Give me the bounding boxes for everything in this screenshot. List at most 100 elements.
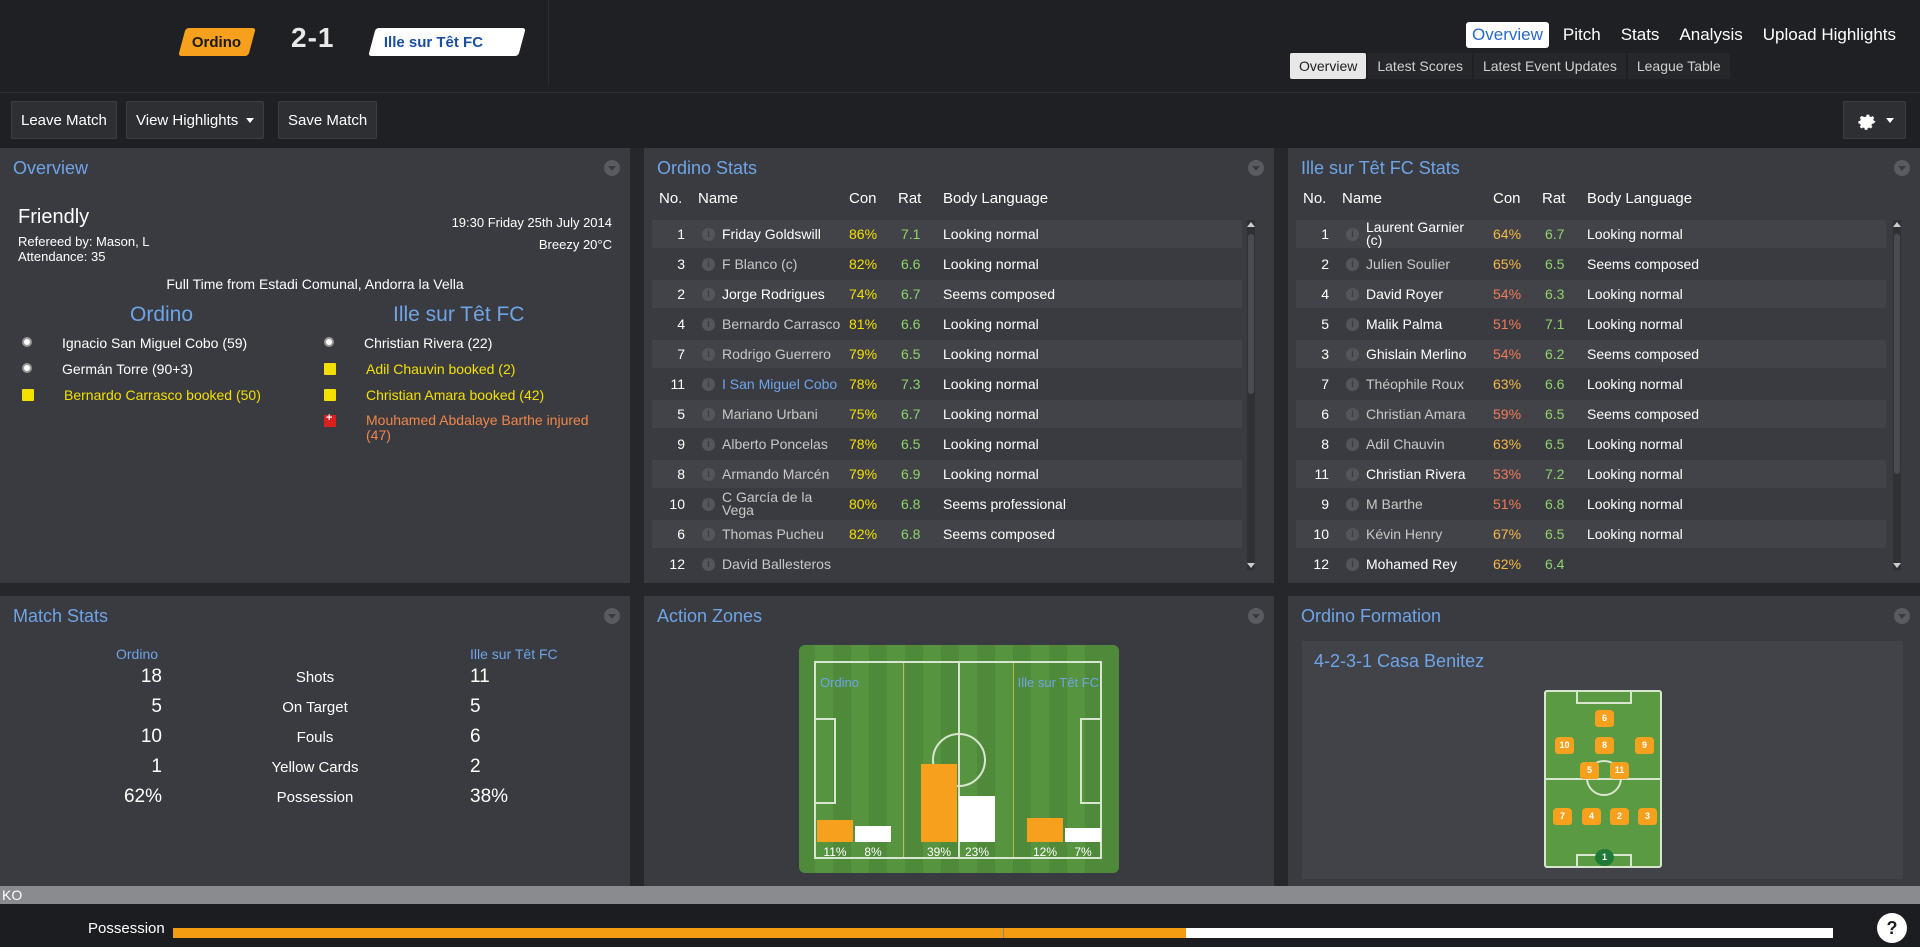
col-rat[interactable]: Rat <box>1542 190 1565 207</box>
scroll-thumb[interactable] <box>1894 234 1900 474</box>
player-shirt-icon[interactable]: 11 <box>1610 762 1629 779</box>
player-shirt-icon[interactable]: 2 <box>1610 808 1629 825</box>
col-body-language[interactable]: Body Language <box>943 190 1048 207</box>
scroll-thumb[interactable] <box>1248 234 1254 394</box>
table-row[interactable]: 9 Alberto Poncelas 78% 6.5 Looking normal i <box>652 430 1242 458</box>
player-shirt-icon[interactable]: 8 <box>1595 737 1614 754</box>
scroll-down-icon[interactable] <box>1247 563 1255 568</box>
goalkeeper-shirt-icon[interactable]: 1 <box>1595 849 1614 866</box>
info-icon[interactable]: i <box>1346 228 1359 241</box>
cell-name[interactable]: Julien Soulier <box>1366 256 1450 272</box>
table-row[interactable]: 5 Malik Palma 51% 7.1 Looking normal i <box>1296 310 1886 338</box>
table-row[interactable]: 1 Friday Goldswill 86% 7.1 Looking normal i <box>652 220 1242 248</box>
table-row[interactable]: 11 I San Miguel Cobo 78% 7.3 Looking normal i <box>652 370 1242 398</box>
leave-match-button[interactable]: Leave Match <box>11 101 117 139</box>
cell-name[interactable]: Armando Marcén <box>722 466 829 482</box>
table-row[interactable]: 6 Christian Amara 59% 6.5 Seems composed i <box>1296 400 1886 428</box>
cell-name[interactable]: Théophile Roux <box>1366 376 1464 392</box>
info-icon[interactable]: i <box>702 408 715 421</box>
col-con[interactable]: Con <box>1493 190 1521 207</box>
player-shirt-icon[interactable]: 9 <box>1635 737 1654 754</box>
cell-name[interactable]: Thomas Pucheu <box>722 526 824 542</box>
info-icon[interactable]: i <box>1346 408 1359 421</box>
table-row[interactable]: 1 Laurent Garnier (c) 64% 6.7 Looking normal… <box>1296 220 1886 248</box>
scroll-down-icon[interactable] <box>1893 563 1901 568</box>
table-row[interactable]: 4 Bernardo Carrasco 81% 6.6 Looking normal i <box>652 310 1242 338</box>
info-icon[interactable]: i <box>1346 318 1359 331</box>
info-icon[interactable]: i <box>1346 528 1359 541</box>
info-icon[interactable]: i <box>1346 288 1359 301</box>
info-icon[interactable]: i <box>1346 258 1359 271</box>
cell-name[interactable]: Friday Goldswill <box>722 226 821 242</box>
info-icon[interactable]: i <box>1346 468 1359 481</box>
col-no[interactable]: No. <box>1303 190 1326 207</box>
collapse-icon[interactable] <box>1248 608 1264 624</box>
info-icon[interactable]: i <box>1346 378 1359 391</box>
view-highlights-button[interactable]: View Highlights <box>126 101 265 139</box>
scroll-up-icon[interactable] <box>1247 222 1255 227</box>
cell-name[interactable]: Mariano Urbani <box>722 406 818 422</box>
cell-name[interactable]: Alberto Poncelas <box>722 436 828 452</box>
info-icon[interactable]: i <box>702 528 715 541</box>
cell-name[interactable]: Bernardo Carrasco <box>722 316 840 332</box>
cell-name[interactable]: C García de la Vega <box>722 490 832 517</box>
away-stats-scrollbar[interactable] <box>1893 220 1901 570</box>
player-shirt-icon[interactable]: 7 <box>1553 808 1572 825</box>
info-icon[interactable]: i <box>702 318 715 331</box>
nav-overview[interactable]: Overview <box>1466 22 1549 48</box>
nav-analysis[interactable]: Analysis <box>1673 22 1748 48</box>
cell-name[interactable]: Rodrigo Guerrero <box>722 346 831 362</box>
cell-name[interactable]: Mohamed Rey <box>1366 556 1457 572</box>
info-icon[interactable]: i <box>1346 438 1359 451</box>
info-icon[interactable]: i <box>702 558 715 571</box>
table-row[interactable]: 8 Adil Chauvin 63% 6.5 Looking normal i <box>1296 430 1886 458</box>
cell-name[interactable]: I San Miguel Cobo <box>722 376 837 392</box>
player-shirt-icon[interactable]: 5 <box>1580 762 1599 779</box>
col-name[interactable]: Name <box>698 190 738 207</box>
help-button[interactable]: ? <box>1877 913 1907 943</box>
cell-name[interactable]: David Ballesteros <box>722 556 831 572</box>
cell-name[interactable]: Kévin Henry <box>1366 526 1442 542</box>
cell-name[interactable]: F Blanco (c) <box>722 256 797 272</box>
col-con[interactable]: Con <box>849 190 877 207</box>
info-icon[interactable]: i <box>702 228 715 241</box>
table-row[interactable]: 5 Mariano Urbani 75% 6.7 Looking normal i <box>652 400 1242 428</box>
table-row[interactable]: 10 Kévin Henry 67% 6.5 Looking normal i <box>1296 520 1886 548</box>
collapse-icon[interactable] <box>1894 160 1910 176</box>
table-row[interactable]: 4 David Royer 54% 6.3 Looking normal i <box>1296 280 1886 308</box>
table-row[interactable]: 12 David Ballesteros i <box>652 550 1242 578</box>
table-row[interactable]: 3 F Blanco (c) 82% 6.6 Looking normal i <box>652 250 1242 278</box>
table-row[interactable]: 12 Mohamed Rey 62% 6.4 i <box>1296 550 1886 578</box>
cell-name[interactable]: M Barthe <box>1366 496 1423 512</box>
collapse-icon[interactable] <box>1894 608 1910 624</box>
table-row[interactable]: 7 Rodrigo Guerrero 79% 6.5 Looking normal i <box>652 340 1242 368</box>
save-match-button[interactable]: Save Match <box>278 101 378 139</box>
col-no[interactable]: No. <box>659 190 682 207</box>
collapse-icon[interactable] <box>1248 160 1264 176</box>
table-row[interactable]: 7 Théophile Roux 63% 6.6 Looking normal i <box>1296 370 1886 398</box>
player-shirt-icon[interactable]: 6 <box>1595 710 1614 727</box>
info-icon[interactable]: i <box>702 348 715 361</box>
home-stats-scrollbar[interactable] <box>1247 220 1255 570</box>
info-icon[interactable]: i <box>702 378 715 391</box>
collapse-icon[interactable] <box>604 160 620 176</box>
info-icon[interactable]: i <box>702 468 715 481</box>
cell-name[interactable]: Ghislain Merlino <box>1366 346 1466 362</box>
nav-stats[interactable]: Stats <box>1615 22 1666 48</box>
cell-name[interactable]: Jorge Rodrigues <box>722 286 825 302</box>
col-body-language[interactable]: Body Language <box>1587 190 1692 207</box>
subnav-overview[interactable]: Overview <box>1290 53 1367 79</box>
info-icon[interactable]: i <box>702 288 715 301</box>
nav-upload-highlights[interactable]: Upload Highlights <box>1757 22 1902 48</box>
table-row[interactable]: 2 Jorge Rodrigues 74% 6.7 Seems composed i <box>652 280 1242 308</box>
table-row[interactable]: 11 Christian Rivera 53% 7.2 Looking normal i <box>1296 460 1886 488</box>
player-shirt-icon[interactable]: 4 <box>1582 808 1601 825</box>
table-row[interactable]: 2 Julien Soulier 65% 6.5 Seems composed i <box>1296 250 1886 278</box>
cell-name[interactable]: Christian Amara <box>1366 406 1466 422</box>
table-row[interactable]: 9 M Barthe 51% 6.8 Looking normal i <box>1296 490 1886 518</box>
table-row[interactable]: 3 Ghislain Merlino 54% 6.2 Seems composed i <box>1296 340 1886 368</box>
cell-name[interactable]: Laurent Garnier (c) <box>1366 220 1476 247</box>
info-icon[interactable]: i <box>702 258 715 271</box>
subnav-latest-scores[interactable]: Latest Scores <box>1368 53 1472 79</box>
info-icon[interactable]: i <box>702 438 715 451</box>
